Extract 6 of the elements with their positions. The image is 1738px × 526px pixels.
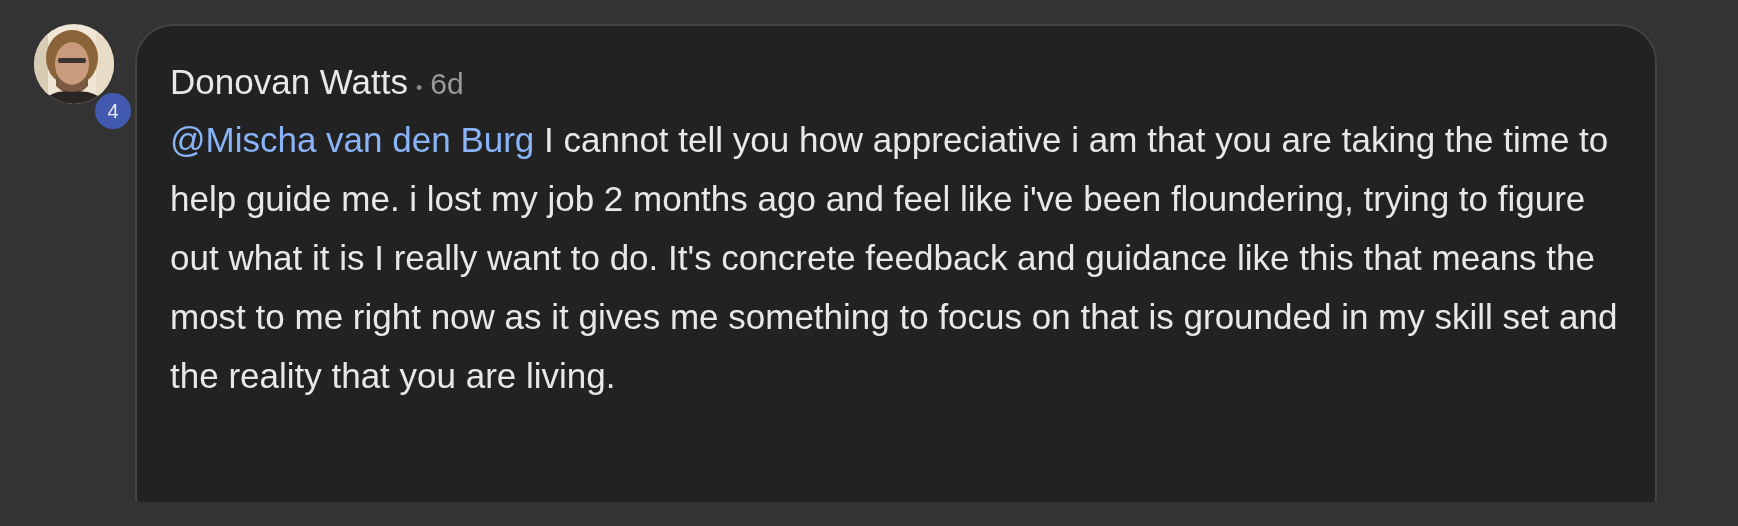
comment-text: @Mischa van den Burg I cannot tell you how appreciative i am that you are taking the time to help guide me. i lost my job 2 months ago and feel like i've been floundering, trying to figure out what it is I really want to do. It's concrete feedback and guidance like this that means the most to me right now as it gives me something to focus on that is grounded in my skill set and the reality that you are living. bbox=[170, 119, 1619, 397]
comment-age: 6d bbox=[430, 67, 464, 101]
separator-dot: • bbox=[416, 78, 423, 99]
level-badge: 4 bbox=[92, 90, 134, 132]
mention-link[interactable]: @Mischa van den Burg bbox=[170, 120, 535, 159]
author-name[interactable]: Donovan Watts bbox=[170, 62, 408, 102]
